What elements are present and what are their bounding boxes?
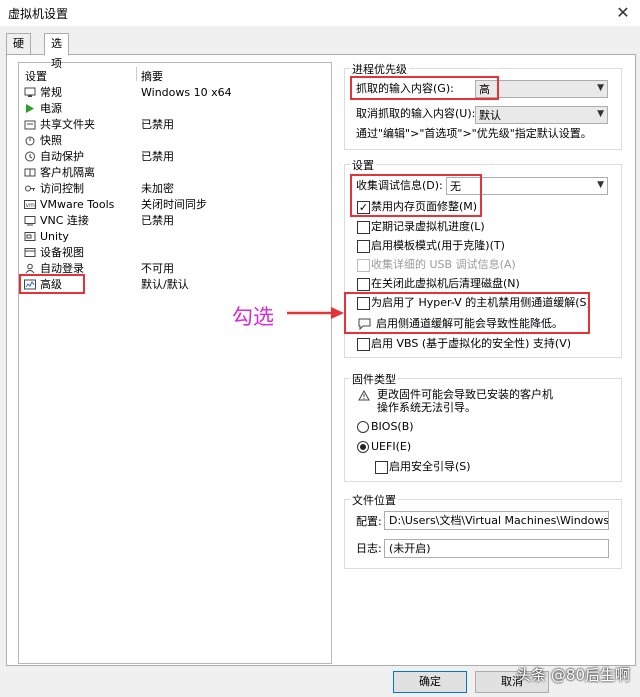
list-item-access-control[interactable]: 访问控制 未加密 (19, 181, 329, 197)
list-item-summary: 未加密 (141, 182, 174, 195)
list-header-summary: 摘要 (141, 70, 163, 83)
close-icon[interactable]: ✕ (612, 2, 634, 24)
vbs-label: 启用 VBS (基于虚拟化的安全性) 支持(V) (371, 337, 572, 350)
guest-isolation-icon (24, 167, 36, 178)
snapshot-icon (24, 135, 36, 146)
ok-button[interactable]: 确定 (393, 671, 467, 693)
list-item-name: VNC 连接 (40, 214, 89, 227)
list-item-name: VMware Tools (40, 198, 115, 211)
vbs-checkbox[interactable] (357, 338, 370, 351)
list-item-guest-isolation[interactable]: 客户机隔离 (19, 165, 329, 181)
list-item-summary: 已禁用 (141, 214, 174, 227)
list-item-name: 共享文件夹 (40, 118, 95, 131)
vmware-tools-icon: vm (24, 199, 36, 210)
bios-label: BIOS(B) (371, 420, 414, 433)
general-icon (24, 87, 36, 98)
list-item-summary: 已禁用 (141, 150, 174, 163)
tab-hardware[interactable]: 硬件 (6, 33, 31, 70)
bios-radio[interactable] (357, 421, 369, 433)
vnc-icon (24, 215, 36, 226)
clean-disk-checkbox[interactable] (357, 278, 370, 291)
firmware-group-title: 固件类型 (350, 371, 398, 387)
template-mode-checkbox[interactable] (357, 240, 370, 253)
list-item-name: 常规 (40, 86, 62, 99)
annotation-arrow-icon (287, 307, 344, 319)
highlight-advanced (19, 274, 85, 294)
ungrabbed-input-select[interactable]: 默认 ▼ (475, 106, 608, 124)
chevron-down-icon: ▼ (597, 109, 604, 119)
title-bar: 虚拟机设置 ✕ (0, 0, 640, 26)
warning-icon (358, 389, 370, 404)
usb-debug-label: 收集详细的 USB 调试信息(A) (371, 258, 516, 271)
window-title: 虚拟机设置 (8, 7, 69, 21)
template-mode-label: 启用模板模式(用于克隆)(T) (371, 239, 505, 252)
list-item-summary: 关闭时间同步 (141, 198, 207, 211)
ungrabbed-input-label: 取消抓取的输入内容(U): (356, 107, 476, 120)
list-item-name: Unity (40, 230, 69, 243)
watermark: 头条 @80后生啊 (516, 666, 630, 684)
secure-boot-label: 启用安全引导(S) (389, 460, 471, 473)
firmware-warning: 更改固件可能会导致已安装的客户机操作系统无法引导。 (377, 388, 553, 414)
chevron-down-icon: ▼ (597, 180, 604, 190)
list-item-name: 电源 (40, 102, 62, 115)
shared-folders-icon (24, 119, 36, 130)
list-item-unity[interactable]: Unity (19, 229, 329, 245)
ungrabbed-input-value: 默认 (479, 109, 501, 122)
list-item-snapshot[interactable]: 快照 (19, 133, 329, 149)
list-item-general[interactable]: 常规 Windows 10 x64 (19, 85, 329, 101)
usb-debug-checkbox[interactable] (357, 259, 370, 272)
unity-icon (24, 231, 36, 242)
access-control-icon (24, 183, 36, 194)
log-progress-checkbox[interactable] (357, 221, 370, 234)
priority-group-title: 进程优先级 (350, 61, 409, 77)
svg-text:vm: vm (26, 202, 36, 209)
list-item-name: 客户机隔离 (40, 166, 95, 179)
log-path-field[interactable]: (未开启) (384, 539, 609, 558)
uefi-label: UEFI(E) (371, 440, 412, 453)
highlight-hyperv (344, 292, 590, 334)
list-item-summary: 已禁用 (141, 118, 174, 131)
highlight-debug-trim (350, 174, 482, 217)
list-item-name: 设备视图 (40, 246, 84, 259)
list-item-summary: 默认/默认 (141, 278, 189, 291)
settings-group-title: 设置 (350, 157, 376, 173)
settings-list: 设置 摘要 常规 Windows 10 x64 电源 共享文件夹 已禁用 快照 … (18, 62, 332, 664)
secure-boot-checkbox[interactable] (375, 461, 388, 474)
list-header-divider (136, 67, 137, 81)
annotation-label: 勾选 (232, 305, 274, 329)
list-item-device-view[interactable]: 设备视图 (19, 245, 329, 261)
list-item-name: 访问控制 (40, 182, 84, 195)
file-location-title: 文件位置 (350, 492, 398, 508)
log-progress-label: 定期记录虚拟机进度(L) (371, 220, 485, 233)
list-item-power[interactable]: 电源 (19, 101, 329, 117)
list-item-summary: Windows 10 x64 (141, 86, 232, 99)
list-item-name: 快照 (40, 134, 62, 147)
list-item-summary: 不可用 (141, 262, 174, 275)
list-item-vmware-tools[interactable]: vm VMware Tools 关闭时间同步 (19, 197, 329, 213)
config-label: 配置: (356, 515, 382, 528)
log-label: 日志: (356, 542, 382, 555)
chevron-down-icon: ▼ (597, 83, 604, 93)
list-item-name: 自动保护 (40, 150, 84, 163)
uefi-radio[interactable] (357, 441, 369, 453)
autologin-icon (24, 263, 36, 274)
power-icon (24, 103, 36, 114)
tab-options[interactable]: 选项 (44, 33, 69, 70)
highlight-grabbed-input (350, 76, 499, 100)
config-path-field[interactable]: D:\Users\文档\Virtual Machines\Windows 10 … (384, 511, 609, 530)
file-location-group (344, 499, 622, 569)
list-header-setting: 设置 (25, 70, 47, 83)
autoprotect-icon (24, 151, 36, 162)
priority-hint: 通过"编辑">"首选项">"优先级"指定默认设置。 (356, 127, 592, 140)
clean-disk-label: 在关闭此虚拟机后清理磁盘(N) (371, 277, 520, 290)
list-item-shared-folders[interactable]: 共享文件夹 已禁用 (19, 117, 329, 133)
device-view-icon (24, 247, 36, 258)
list-item-vnc[interactable]: VNC 连接 已禁用 (19, 213, 329, 229)
list-item-autoprotect[interactable]: 自动保护 已禁用 (19, 149, 329, 165)
